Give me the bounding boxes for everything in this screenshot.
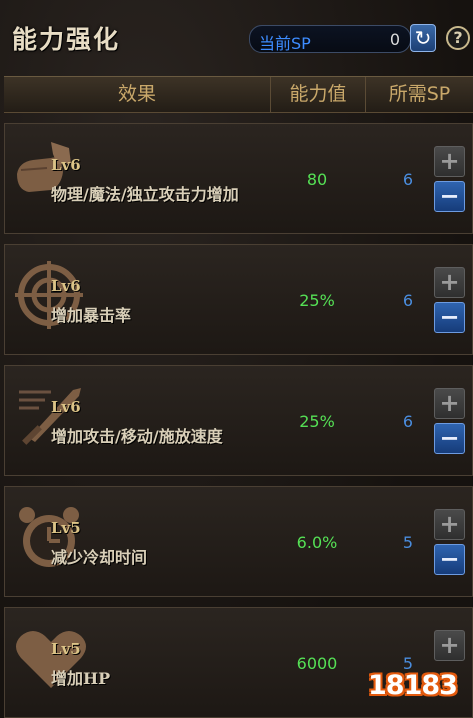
increase-button[interactable]: + (434, 630, 465, 661)
row-level: Lv5 (51, 640, 81, 658)
panel-title: 能力强化 (12, 25, 121, 54)
refresh-icon: ↻ (414, 26, 432, 50)
current-sp-display: 当前SP 0 (249, 25, 411, 53)
row-value: 25% (299, 412, 335, 431)
watermark-text: 18183 (368, 670, 458, 701)
table-row: Lv5 减少冷却时间 6.0% 5 + − (4, 486, 473, 597)
table-row: Lv6 物理/魔法/独立攻击力增加 80 6 + − (4, 123, 473, 234)
row-effect-name: 物理/魔法/独立攻击力增加 (51, 185, 239, 204)
column-header: 效果 能力值 所需SP (4, 76, 473, 113)
row-level: Lv6 (51, 398, 81, 416)
column-value: 能力值 (271, 77, 366, 112)
decrease-button[interactable]: − (434, 302, 465, 333)
row-effect-name: 增加HP (51, 669, 111, 688)
decrease-button[interactable]: − (434, 423, 465, 454)
decrease-button[interactable]: − (434, 181, 465, 212)
column-required-sp: 所需SP (388, 83, 451, 105)
increase-button[interactable]: + (434, 388, 465, 419)
row-effect-name: 增加暴击率 (51, 306, 132, 325)
column-effect: 效果 (4, 77, 271, 112)
question-icon: ? (453, 28, 463, 47)
row-value: 80 (306, 170, 328, 189)
row-level: Lv6 (51, 277, 81, 295)
row-effect-name: 增加攻击/移动/施放速度 (51, 427, 223, 446)
row-value: 25% (299, 291, 335, 310)
ability-enhance-panel: 能力强化 当前SP 0 ↻ ? 效果 能力值 所需SP Lv6 物理/魔法/独立… (0, 0, 473, 718)
table-row: Lv6 增加攻击/移动/施放速度 25% 6 + − (4, 365, 473, 476)
row-value: 6.0% (296, 533, 338, 552)
help-button[interactable]: ? (446, 26, 470, 50)
row-value: 6000 (296, 654, 338, 673)
increase-button[interactable]: + (434, 146, 465, 177)
row-required-sp: 5 (402, 533, 414, 552)
table-row: Lv6 增加暴击率 25% 6 + − (4, 244, 473, 355)
current-sp-value: 0 (389, 30, 400, 49)
current-sp-label: 当前SP (259, 34, 311, 53)
increase-button[interactable]: + (434, 267, 465, 298)
decrease-button[interactable]: − (434, 544, 465, 575)
row-level: Lv6 (51, 156, 81, 174)
increase-button[interactable]: + (434, 509, 465, 540)
row-level: Lv5 (51, 519, 81, 537)
row-effect-name: 减少冷却时间 (51, 548, 148, 567)
site-watermark: 18183 (364, 660, 472, 714)
row-required-sp: 6 (402, 291, 414, 310)
reset-sp-button[interactable]: ↻ (410, 24, 436, 52)
row-required-sp: 6 (402, 170, 414, 189)
row-required-sp: 6 (402, 412, 414, 431)
